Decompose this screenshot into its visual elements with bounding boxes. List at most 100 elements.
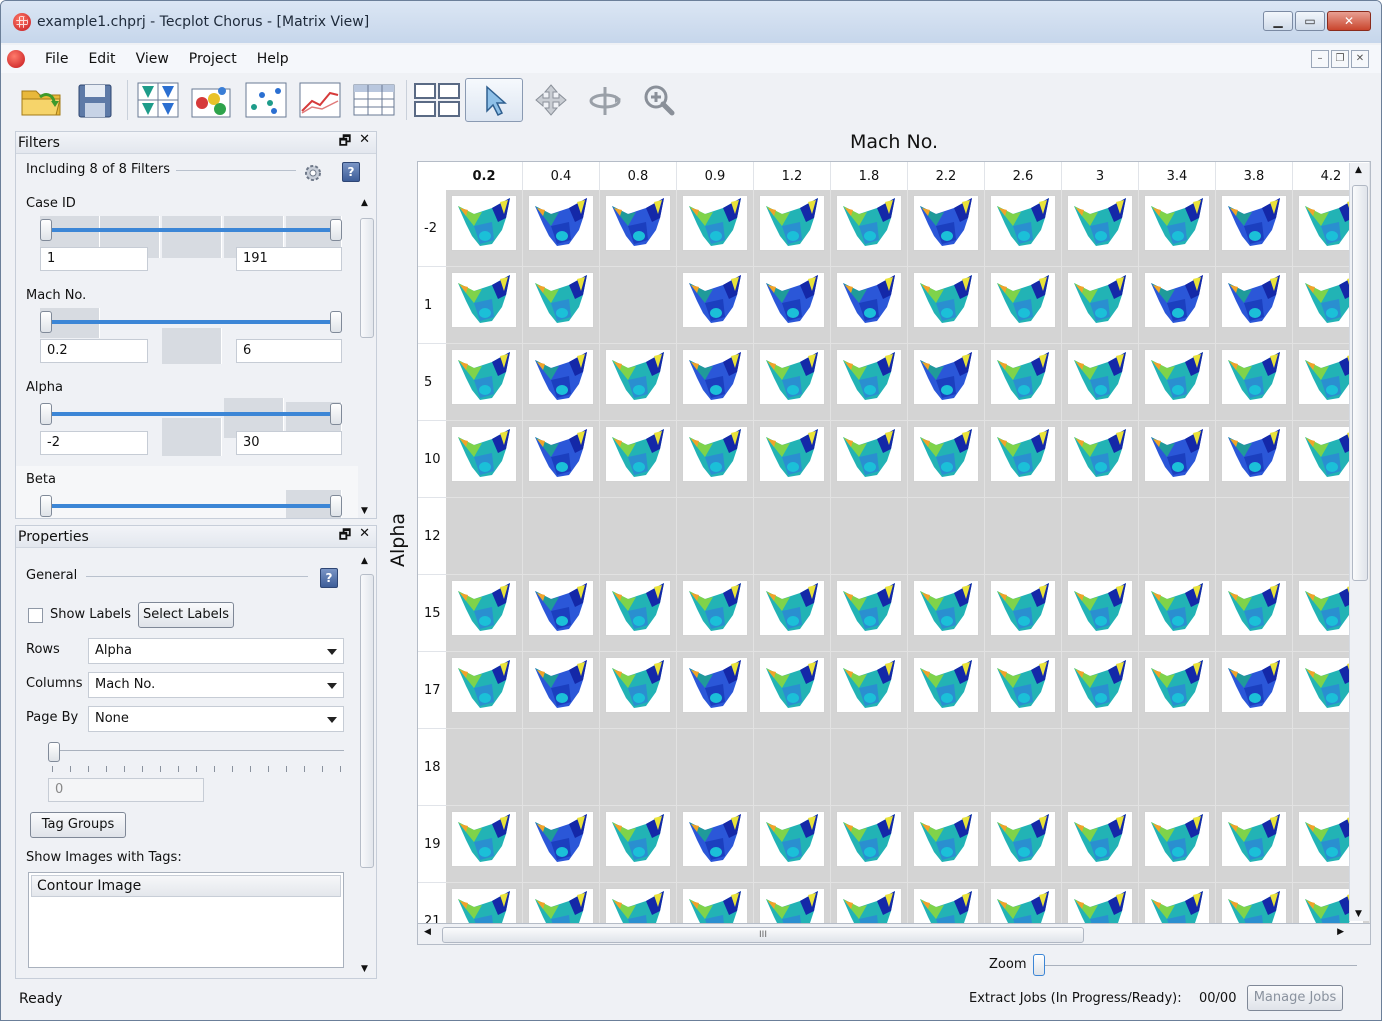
alpha-min-input[interactable]: -2: [40, 431, 148, 455]
contour-thumbnail[interactable]: [1221, 272, 1287, 328]
menu-view[interactable]: View: [126, 51, 179, 67]
matrix-cell[interactable]: [600, 344, 677, 421]
contour-thumbnail[interactable]: [1221, 811, 1287, 867]
matrix-cell[interactable]: [1139, 344, 1216, 421]
matrix-cell[interactable]: [1062, 806, 1139, 883]
rows-select[interactable]: Alpha: [88, 638, 344, 664]
contour-thumbnail[interactable]: [451, 272, 517, 328]
matrix-cell[interactable]: [985, 421, 1062, 498]
table-view-button[interactable]: [348, 78, 400, 122]
mach-max-handle[interactable]: [330, 311, 342, 333]
column-header[interactable]: 2.2: [908, 162, 985, 190]
menu-help[interactable]: Help: [247, 51, 299, 67]
matrix-cell[interactable]: [523, 267, 600, 344]
properties-scrollbar[interactable]: ▲ ▼: [358, 556, 374, 976]
matrix-cell[interactable]: [1216, 344, 1293, 421]
contour-thumbnail[interactable]: [1067, 811, 1133, 867]
column-header[interactable]: 0.8: [600, 162, 677, 190]
scatter-plot-button[interactable]: [240, 78, 292, 122]
matrix-cell[interactable]: [831, 344, 908, 421]
save-button[interactable]: [69, 78, 121, 122]
contour-thumbnail[interactable]: [990, 580, 1056, 636]
matrix-cell[interactable]: [1062, 267, 1139, 344]
page-slider-track[interactable]: [52, 750, 344, 751]
matrix-cell[interactable]: [446, 267, 523, 344]
row-header[interactable]: 17: [418, 652, 446, 729]
matrix-cell[interactable]: [1216, 267, 1293, 344]
open-project-button[interactable]: [15, 78, 67, 122]
contour-thumbnail[interactable]: [990, 195, 1056, 251]
contour-thumbnail[interactable]: [1067, 426, 1133, 482]
select-tool-button[interactable]: [465, 78, 523, 122]
matrix-cell[interactable]: [908, 498, 985, 575]
column-header[interactable]: 3.8: [1216, 162, 1293, 190]
contour-thumbnail[interactable]: [682, 657, 748, 713]
matrix-cell[interactable]: [600, 267, 677, 344]
beta-min-handle[interactable]: [40, 495, 52, 517]
matrix-cell[interactable]: [446, 729, 523, 806]
matrix-cell[interactable]: [908, 652, 985, 729]
matrix-cell[interactable]: [985, 344, 1062, 421]
contour-thumbnail[interactable]: [759, 272, 825, 328]
matrix-cell[interactable]: [1216, 806, 1293, 883]
contour-thumbnail[interactable]: [605, 426, 671, 482]
float-panel-icon[interactable]: 🗗: [339, 526, 351, 548]
contour-thumbnail[interactable]: [1221, 426, 1287, 482]
matrix-cell[interactable]: [908, 806, 985, 883]
menu-file[interactable]: File: [35, 51, 78, 67]
contour-thumbnail[interactable]: [836, 195, 902, 251]
matrix-cell[interactable]: [908, 729, 985, 806]
contour-thumbnail[interactable]: [759, 349, 825, 405]
contour-thumbnail[interactable]: [990, 272, 1056, 328]
matrix-cell[interactable]: [1139, 190, 1216, 267]
matrix-cell[interactable]: [985, 652, 1062, 729]
layout-button[interactable]: [411, 78, 463, 122]
tag-groups-button[interactable]: Tag Groups: [30, 812, 126, 838]
zoom-slider-track[interactable]: [1045, 965, 1357, 966]
contour-thumbnail[interactable]: [913, 580, 979, 636]
contour-thumbnail[interactable]: [451, 580, 517, 636]
contour-thumbnail[interactable]: [605, 580, 671, 636]
matrix-cell[interactable]: [1139, 575, 1216, 652]
matrix-cell[interactable]: [523, 421, 600, 498]
matrix-cell[interactable]: [523, 806, 600, 883]
matrix-cell[interactable]: [446, 344, 523, 421]
contour-thumbnail[interactable]: [1221, 580, 1287, 636]
contour-thumbnail[interactable]: [1144, 580, 1210, 636]
matrix-horizontal-scrollbar[interactable]: ◀ III ▶: [417, 923, 1371, 945]
contour-thumbnail[interactable]: [605, 657, 671, 713]
contour-thumbnail[interactable]: [913, 426, 979, 482]
case-id-min-input[interactable]: 1: [40, 247, 148, 271]
contour-thumbnail[interactable]: [451, 349, 517, 405]
row-header[interactable]: 10: [418, 421, 446, 498]
column-header[interactable]: 3: [1062, 162, 1139, 190]
properties-help-icon[interactable]: ?: [320, 568, 338, 588]
matrix-cell[interactable]: [1062, 729, 1139, 806]
matrix-cell[interactable]: [600, 652, 677, 729]
matrix-cell[interactable]: [754, 190, 831, 267]
matrix-cell[interactable]: [754, 421, 831, 498]
matrix-cell[interactable]: [908, 575, 985, 652]
mach-min-input[interactable]: 0.2: [40, 339, 148, 363]
matrix-cell[interactable]: [1062, 575, 1139, 652]
contour-thumbnail[interactable]: [1144, 272, 1210, 328]
matrix-cell[interactable]: [1216, 652, 1293, 729]
zoom-tool-button[interactable]: [633, 78, 685, 122]
matrix-cell[interactable]: [831, 652, 908, 729]
contour-thumbnail[interactable]: [913, 272, 979, 328]
filter-settings-gear-icon[interactable]: [302, 162, 324, 184]
alpha-max-handle[interactable]: [330, 403, 342, 425]
menu-edit[interactable]: Edit: [78, 51, 125, 67]
mdi-restore-button[interactable]: ❐: [1331, 50, 1349, 68]
column-header[interactable]: 0.9: [677, 162, 754, 190]
contour-thumbnail[interactable]: [1067, 195, 1133, 251]
contour-thumbnail[interactable]: [605, 349, 671, 405]
contour-thumbnail[interactable]: [528, 657, 594, 713]
zoom-slider-handle[interactable]: [1033, 954, 1045, 976]
matrix-cell[interactable]: [985, 806, 1062, 883]
matrix-cell[interactable]: [1062, 421, 1139, 498]
contour-thumbnail[interactable]: [990, 811, 1056, 867]
matrix-cell[interactable]: [677, 344, 754, 421]
contour-thumbnail[interactable]: [913, 811, 979, 867]
contour-thumbnail[interactable]: [682, 580, 748, 636]
